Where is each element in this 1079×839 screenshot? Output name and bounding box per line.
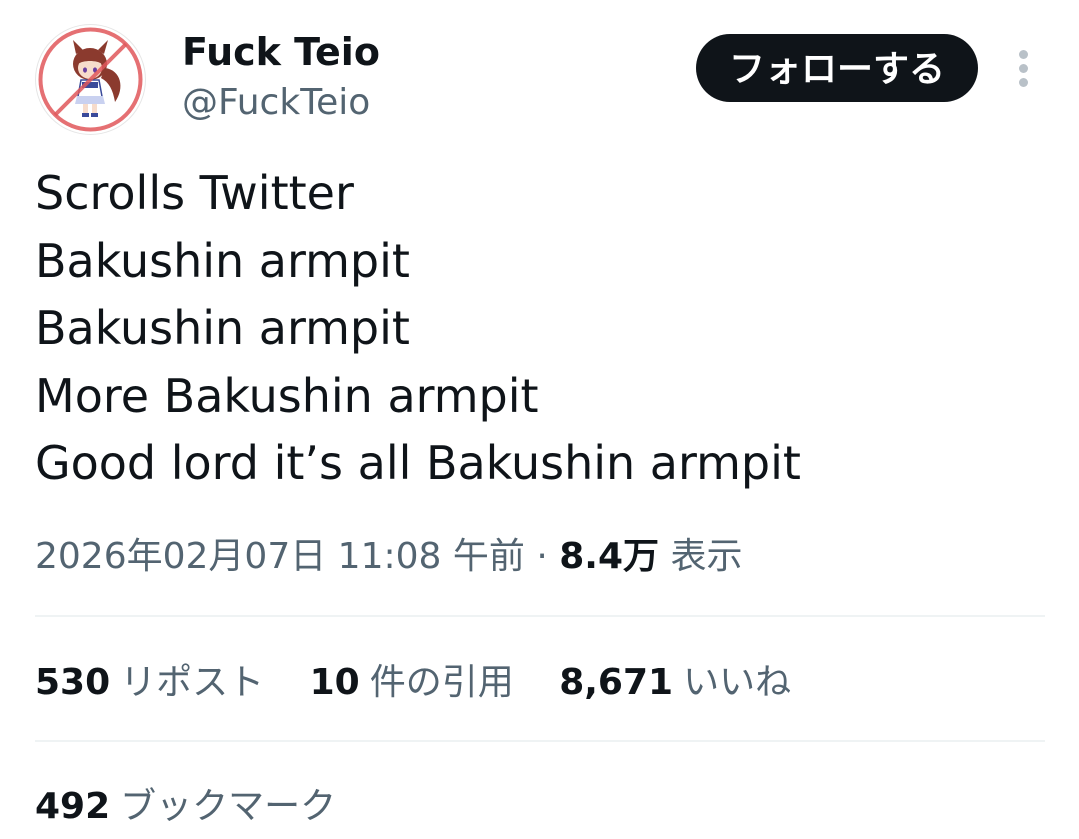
- timestamp[interactable]: 2026年02月07日 11:08 午前: [35, 536, 525, 577]
- bookmarks-stat[interactable]: 492 ブックマーク: [35, 784, 336, 830]
- views-count: 8.4万: [559, 536, 660, 577]
- tweet-text-line: More Bakushin armpit: [35, 368, 539, 423]
- likes-stat[interactable]: 8,671 いいね: [559, 660, 791, 706]
- avatar-image: [38, 27, 143, 132]
- reposts-stat[interactable]: 530 リポスト: [35, 660, 264, 706]
- quotes-count: 10: [309, 662, 360, 703]
- engagement-stats: 530 リポスト 10 件の引用 8,671 いいね: [35, 660, 825, 706]
- follow-button[interactable]: フォローする: [696, 34, 978, 102]
- quotes-label: 件の引用: [369, 662, 514, 703]
- divider: [35, 615, 1045, 617]
- more-dot: [1019, 78, 1028, 87]
- quotes-stat[interactable]: 10 件の引用: [310, 660, 514, 706]
- more-dot: [1019, 50, 1028, 59]
- more-dot: [1019, 64, 1028, 73]
- author-handle[interactable]: @FuckTeio: [182, 82, 370, 124]
- views-label: 表示: [670, 536, 743, 577]
- tweet-text-line: Good lord it’s all Bakushin armpit: [35, 436, 801, 490]
- reposts-label: リポスト: [120, 662, 265, 703]
- tweet-text: Scrolls Twitter Bakushin armpit Bakushin…: [35, 160, 1035, 498]
- tweet-text-line: Bakushin armpit: [35, 301, 410, 355]
- tweet-meta: 2026年02月07日 11:08 午前 · 8.4万 表示: [35, 534, 742, 580]
- tweet-card: Fuck Teio @FuckTeio フォローする Scrolls Twitt…: [0, 0, 1079, 839]
- more-vertical-icon[interactable]: [1006, 46, 1042, 90]
- author-display-name[interactable]: Fuck Teio: [182, 30, 380, 74]
- tweet-text-line: Bakushin armpit: [35, 233, 410, 288]
- bookmarks-count: 492: [35, 786, 111, 827]
- meta-separator: ·: [536, 536, 548, 577]
- avatar[interactable]: [35, 24, 146, 135]
- likes-label: いいね: [683, 662, 792, 703]
- likes-count: 8,671: [559, 662, 674, 703]
- bookmarks-label: ブックマーク: [120, 786, 337, 827]
- reposts-count: 530: [35, 662, 111, 703]
- divider: [35, 740, 1045, 742]
- tweet-text-line: Scrolls Twitter: [35, 166, 354, 220]
